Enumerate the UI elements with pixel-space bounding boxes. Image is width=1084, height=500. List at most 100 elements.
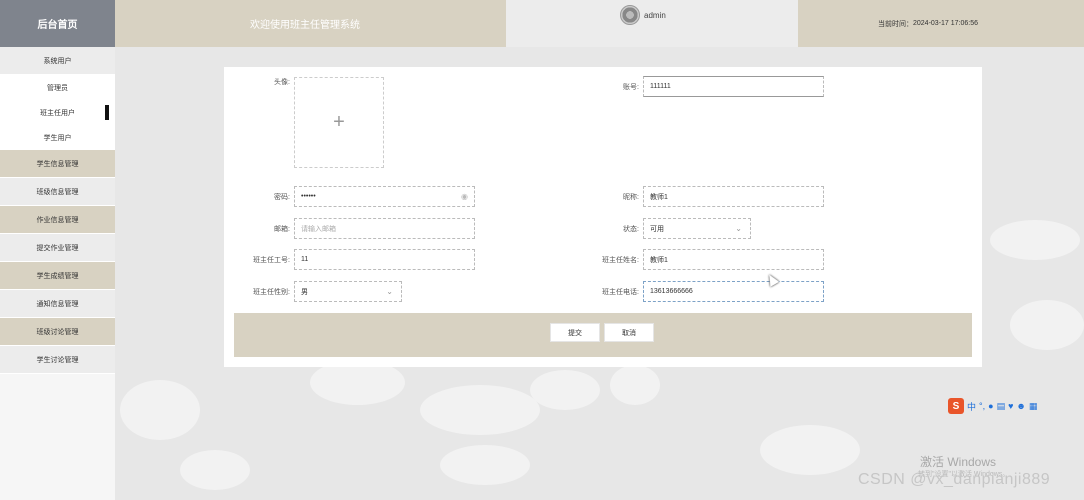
teacher-id-field[interactable]: 11: [294, 249, 475, 270]
phone-field[interactable]: 13613666666: [643, 281, 824, 302]
nickname-value: 教师1: [650, 193, 668, 201]
skin-icon[interactable]: ♥: [1008, 401, 1013, 411]
user-avatar-icon[interactable]: [620, 5, 640, 25]
sidebar-item-student-scores[interactable]: 学生成绩管理: [0, 262, 115, 290]
sidebar: 系统用户 管理员 班主任用户 学生用户 学生信息管理 班级信息管理 作业信息管理…: [0, 47, 115, 500]
gender-select[interactable]: 男 ⌄: [294, 281, 402, 302]
sidebar-item-class-info[interactable]: 班级信息管理: [0, 178, 115, 206]
sidebar-item-label: 学生讨论管理: [36, 356, 79, 364]
keyboard-icon[interactable]: ▤: [997, 401, 1006, 412]
background-bubble: [990, 220, 1080, 260]
ime-toolbar[interactable]: S 中 °, ● ▤ ♥ ☻ ▦: [948, 397, 1080, 415]
sidebar-subitem-label: 管理员: [47, 84, 68, 92]
sidebar-subitem-admin[interactable]: 管理员: [0, 75, 115, 100]
cancel-button[interactable]: 取消: [604, 323, 654, 342]
account-field[interactable]: 111111: [643, 76, 824, 97]
status-value: 可用: [650, 225, 664, 233]
nickname-label: 昵称:: [623, 193, 639, 201]
sidebar-item-student-discussion[interactable]: 学生讨论管理: [0, 346, 115, 374]
teacher-edit-form: 头像: + 账号: 111111 密码: •••••• ◉ 昵称: 教师1 邮箱…: [224, 67, 982, 367]
user-area[interactable]: admin: [506, 0, 798, 47]
emoji-icon[interactable]: ☻: [1016, 401, 1025, 411]
sidebar-item-system-users[interactable]: 系统用户: [0, 47, 115, 75]
nickname-row: 昵称: 教师1: [583, 186, 824, 207]
gender-row: 班主任性别: 男 ⌄: [234, 281, 402, 302]
sidebar-item-label: 学生成绩管理: [36, 272, 79, 280]
teacher-name-row: 班主任姓名: 教师1: [583, 249, 824, 270]
password-field[interactable]: •••••• ◉: [294, 186, 475, 207]
phone-row: 班主任电话: 13613666666: [583, 281, 824, 302]
chevron-down-icon: ⌄: [735, 224, 742, 233]
teacher-id-label: 班主任工号:: [253, 256, 290, 264]
gender-value: 男: [301, 288, 308, 296]
background-bubble: [420, 385, 540, 435]
email-label: 邮箱:: [274, 225, 290, 233]
email-field[interactable]: 请输入邮箱: [294, 218, 475, 239]
sidebar-item-student-info[interactable]: 学生信息管理: [0, 150, 115, 178]
welcome-title: 欢迎使用班主任管理系统: [115, 0, 506, 47]
sidebar-subitem-label: 班主任用户: [40, 109, 75, 117]
background-bubble: [1010, 300, 1084, 350]
sidebar-item-label: 班级信息管理: [36, 188, 79, 196]
teacher-name-label: 班主任姓名:: [602, 256, 639, 264]
background-bubble: [440, 445, 530, 485]
avatar-row: 头像: +: [234, 77, 384, 168]
avatar-upload[interactable]: +: [294, 77, 384, 168]
app-logo[interactable]: 后台首页: [0, 0, 115, 47]
teacher-id-value: 11: [301, 256, 309, 263]
account-label: 账号:: [623, 83, 639, 91]
account-value: 111111: [650, 83, 671, 90]
sidebar-item-notifications[interactable]: 通知信息管理: [0, 290, 115, 318]
sidebar-item-label: 学生信息管理: [36, 160, 79, 168]
sidebar-item-class-discussion[interactable]: 班级讨论管理: [0, 318, 115, 346]
time-label: 当前时间：: [878, 20, 913, 28]
plus-icon: +: [333, 111, 345, 133]
account-row: 账号: 111111: [583, 76, 824, 97]
password-value: ••••••: [301, 193, 316, 200]
form-action-bar: 提交 取消: [234, 313, 972, 357]
phone-label: 班主任电话:: [602, 288, 639, 296]
teacher-name-field[interactable]: 教师1: [643, 249, 824, 270]
toolbox-icon[interactable]: ▦: [1029, 401, 1038, 412]
microphone-icon[interactable]: ●: [988, 401, 993, 411]
submit-button[interactable]: 提交: [550, 323, 600, 342]
eye-icon[interactable]: ◉: [461, 192, 468, 201]
background-bubble: [610, 365, 660, 405]
background-bubble: [120, 380, 200, 440]
teacher-id-row: 班主任工号: 11: [234, 249, 475, 270]
status-row: 状态: 可用 ⌄: [583, 218, 751, 239]
status-label: 状态:: [623, 225, 639, 233]
password-label: 密码:: [274, 193, 290, 201]
email-row: 邮箱: 请输入邮箱: [234, 218, 475, 239]
background-bubble: [180, 450, 250, 490]
sidebar-item-submit-homework[interactable]: 提交作业管理: [0, 234, 115, 262]
sidebar-item-label: 通知信息管理: [36, 300, 79, 308]
gender-label: 班主任性别:: [253, 288, 290, 296]
sidebar-item-label: 作业信息管理: [36, 216, 79, 224]
sidebar-subitem-teacher-users[interactable]: 班主任用户: [0, 100, 115, 125]
sidebar-subitem-student-users[interactable]: 学生用户: [0, 125, 115, 150]
teacher-name-value: 教师1: [650, 256, 668, 264]
email-placeholder: 请输入邮箱: [301, 225, 336, 233]
csdn-watermark: CSDN @vx_danpianji889: [858, 471, 1051, 488]
current-time: 当前时间： 2024-03-17 17:06:56: [798, 0, 1084, 47]
windows-activation-watermark: 激活 Windows: [920, 455, 997, 469]
sidebar-item-label: 系统用户: [43, 57, 72, 65]
status-select[interactable]: 可用 ⌄: [643, 218, 751, 239]
sidebar-item-label: 班级讨论管理: [36, 328, 79, 336]
sogou-icon[interactable]: S: [948, 398, 964, 414]
phone-value: 13613666666: [650, 288, 693, 295]
sidebar-item-label: 提交作业管理: [36, 244, 79, 252]
background-bubble: [530, 370, 600, 410]
chevron-down-icon: ⌄: [386, 287, 393, 296]
username: admin: [644, 11, 666, 20]
time-value: 2024-03-17 17:06:56: [913, 20, 978, 27]
sidebar-subitem-label: 学生用户: [43, 134, 72, 142]
background-bubble: [760, 425, 860, 475]
ime-mode[interactable]: 中: [967, 400, 976, 413]
sidebar-item-homework-info[interactable]: 作业信息管理: [0, 206, 115, 234]
punctuation-icon[interactable]: °,: [979, 401, 985, 411]
password-row: 密码: •••••• ◉: [234, 186, 475, 207]
avatar-label: 头像:: [274, 79, 290, 86]
nickname-field[interactable]: 教师1: [643, 186, 824, 207]
